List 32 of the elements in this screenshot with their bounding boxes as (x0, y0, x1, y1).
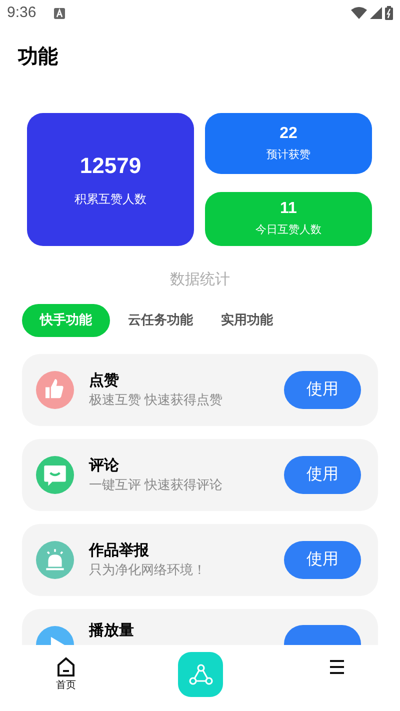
signal-icon (370, 7, 382, 19)
feature-title: 播放量 (89, 620, 135, 640)
stat-value: 12579 (80, 152, 142, 180)
list-icon (328, 657, 346, 677)
stat-label: 今日互赞人数 (256, 223, 322, 238)
use-button[interactable]: 使用 (284, 540, 361, 578)
stat-label: 积累互赞人数 (74, 190, 146, 208)
wifi-icon (351, 7, 367, 19)
section-caption: 数据统计 (170, 270, 230, 290)
notification-icon (54, 8, 66, 18)
feature-description: 极速互赞 快速获得点赞 (89, 390, 224, 408)
nav-label: 首页 (56, 680, 76, 692)
feature-description: 一键互评 快速获得评论 (89, 476, 224, 494)
use-button[interactable]: 使用 (284, 456, 361, 494)
stat-label: 预计获赞 (266, 148, 310, 163)
stat-value: 11 (280, 199, 297, 220)
feature-title: 作品举报 (89, 540, 150, 560)
feature-description: 只为净化网络环境！ (89, 560, 207, 578)
nav-tab[interactable]: 首页 (44, 657, 88, 692)
category-tab[interactable]: 云任务功能 (118, 304, 203, 336)
category-tab[interactable]: 实用功能 (211, 304, 283, 336)
feature-title: 点赞 (89, 370, 120, 390)
feature-title: 评论 (89, 456, 120, 476)
stat-value: 22 (280, 124, 298, 144)
battery-icon (385, 6, 393, 20)
page-title: 功能 (16, 45, 59, 70)
use-button[interactable]: 使用 (284, 370, 361, 408)
share-icon (188, 664, 212, 686)
status-time: 9:36 (7, 2, 36, 23)
home-icon (57, 657, 75, 677)
category-tab[interactable]: 快手功能 (22, 304, 110, 336)
center-action-button[interactable] (178, 652, 223, 697)
